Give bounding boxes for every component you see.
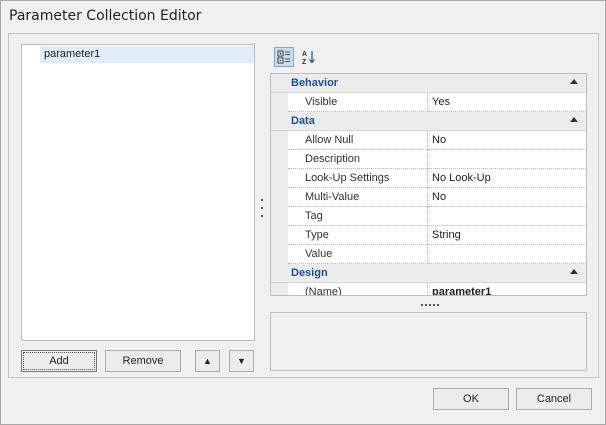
property-row-tag[interactable]: Tag: [271, 207, 586, 226]
alphabetical-sort-icon: A Z: [302, 51, 315, 65]
category-design[interactable]: Design: [271, 264, 586, 283]
property-name: Tag: [288, 207, 428, 226]
property-name: Value: [288, 245, 428, 264]
title-bar: Parameter Collection Editor: [1, 1, 605, 33]
parameter-list[interactable]: parameter1: [21, 44, 255, 341]
property-row-multi-value[interactable]: Multi-Value No: [271, 188, 586, 207]
arrow-down-icon: ▼: [237, 356, 246, 366]
remove-button[interactable]: Remove: [105, 350, 181, 372]
categorized-icon: [277, 50, 290, 64]
move-up-button[interactable]: ▲: [195, 350, 220, 372]
arrow-up-icon: ▲: [203, 356, 212, 366]
ok-button[interactable]: OK: [433, 388, 509, 410]
property-value[interactable]: [428, 245, 586, 264]
add-button[interactable]: Add: [21, 350, 97, 372]
property-name: Visible: [288, 93, 428, 112]
property-row-visible[interactable]: Visible Yes: [271, 93, 586, 112]
property-grid[interactable]: Behavior Visible Yes Data Allow Null No …: [270, 73, 587, 296]
parameter-collection-editor-window: Parameter Collection Editor parameter1 A…: [0, 0, 606, 425]
property-row-name[interactable]: (Name) parameter1: [271, 283, 586, 295]
categorized-view-button[interactable]: [274, 47, 294, 67]
property-value[interactable]: No: [428, 131, 586, 150]
category-data[interactable]: Data: [271, 112, 586, 131]
category-behavior[interactable]: Behavior: [271, 74, 586, 93]
property-name: Allow Null: [288, 131, 428, 150]
property-row-description[interactable]: Description: [271, 150, 586, 169]
content-panel: parameter1 Add Remove ▲ ▼ A Z Behavior V…: [8, 33, 599, 378]
property-name: Look-Up Settings: [288, 169, 428, 188]
collapse-arrow-icon[interactable]: [570, 79, 578, 84]
collapse-arrow-icon[interactable]: [570, 117, 578, 122]
description-splitter[interactable]: [421, 304, 439, 307]
window-title: Parameter Collection Editor: [9, 8, 202, 24]
property-name: Type: [288, 226, 428, 245]
property-value[interactable]: No: [428, 188, 586, 207]
category-label: Data: [291, 115, 315, 127]
property-name: Description: [288, 150, 428, 169]
property-value[interactable]: parameter1: [428, 283, 586, 295]
property-value[interactable]: Yes: [428, 93, 586, 112]
move-down-button[interactable]: ▼: [229, 350, 254, 372]
property-name: (Name): [288, 283, 428, 295]
property-value[interactable]: [428, 207, 586, 226]
svg-text:A: A: [302, 51, 307, 58]
property-row-value[interactable]: Value: [271, 245, 586, 264]
property-row-type[interactable]: Type String: [271, 226, 586, 245]
property-value[interactable]: No Look-Up: [428, 169, 586, 188]
cancel-button[interactable]: Cancel: [516, 388, 592, 410]
alphabetical-view-button[interactable]: A Z: [298, 47, 318, 67]
panel-splitter[interactable]: [259, 199, 265, 217]
property-name: Multi-Value: [288, 188, 428, 207]
list-item-parameter1[interactable]: parameter1: [40, 46, 254, 63]
property-row-look-up-settings[interactable]: Look-Up Settings No Look-Up: [271, 169, 586, 188]
property-value[interactable]: [428, 150, 586, 169]
property-row-allow-null[interactable]: Allow Null No: [271, 131, 586, 150]
property-value[interactable]: String: [428, 226, 586, 245]
svg-text:Z: Z: [302, 59, 307, 65]
collapse-arrow-icon[interactable]: [570, 269, 578, 274]
description-panel: [270, 312, 587, 371]
category-label: Design: [291, 267, 328, 279]
category-label: Behavior: [291, 77, 339, 89]
